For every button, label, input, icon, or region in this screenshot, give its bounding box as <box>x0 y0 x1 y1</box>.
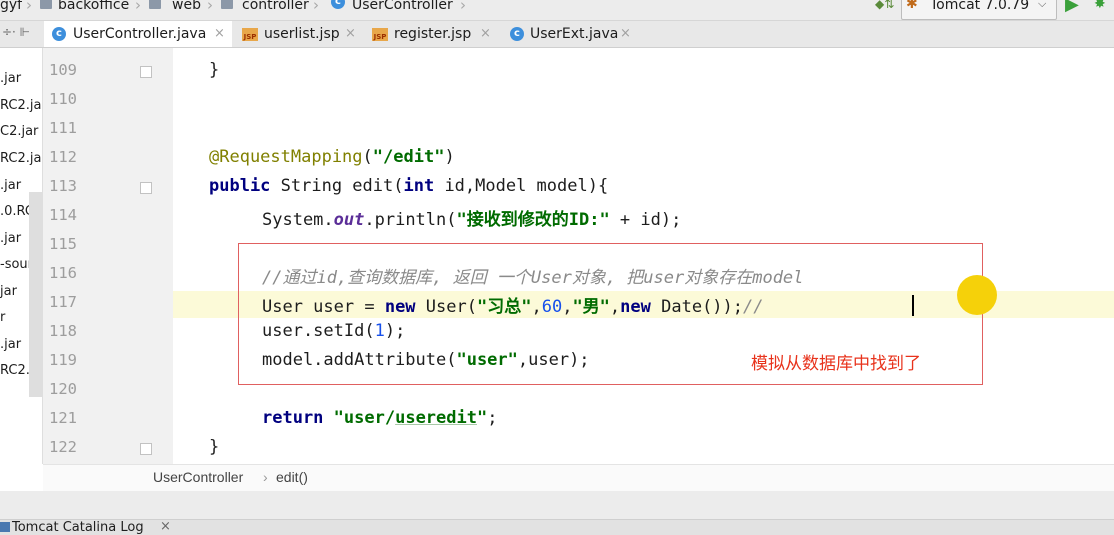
run-configuration-label: Tomcat 7.0.79 <box>930 0 1030 13</box>
mouse-cursor-highlight <box>957 275 997 315</box>
close-icon[interactable]: × <box>160 519 171 534</box>
editor-gutter <box>43 48 173 464</box>
line-number: 112 <box>49 148 77 166</box>
fold-end-icon[interactable] <box>140 443 152 455</box>
breadcrumb-separator-icon: › <box>26 0 32 14</box>
breadcrumb-class[interactable]: UserController <box>153 469 243 485</box>
line-number: 111 <box>49 119 77 137</box>
project-tree-item[interactable]: .jar <box>0 71 21 86</box>
log-icon <box>0 522 10 532</box>
tab-userlist-jsp[interactable]: JSP userlist.jsp × <box>238 21 366 47</box>
debug-icon[interactable]: ✸ <box>1094 0 1106 12</box>
project-tree-item[interactable]: jar <box>0 284 17 299</box>
code-line-113: public String edit(int id,Model model){ <box>209 176 609 196</box>
line-number: 114 <box>49 206 77 224</box>
tab-label: register.jsp <box>394 26 472 42</box>
tab-register-jsp[interactable]: JSP register.jsp × <box>368 21 502 47</box>
code-line-114: System.out.println("接收到修改的ID:" + id); <box>262 210 682 230</box>
breadcrumb-item-backoffice[interactable]: backoffice <box>58 0 129 13</box>
tab-label: userlist.jsp <box>264 26 340 42</box>
tab-tomcat-catalina-log[interactable]: Tomcat Catalina Log <box>12 520 144 535</box>
code-line-109: } <box>209 60 220 80</box>
breadcrumb-separator-icon: › <box>460 0 466 14</box>
run-icon[interactable]: ▶ <box>1065 0 1079 15</box>
build-icon[interactable]: ◆⇅ <box>875 0 894 11</box>
annotation-note: 模拟从数据库中找到了 <box>751 354 921 373</box>
breadcrumb-item-gyf[interactable]: gyf <box>0 0 22 13</box>
line-number: 110 <box>49 90 77 108</box>
class-icon: c <box>52 27 66 41</box>
breadcrumb-item-usercontroller[interactable]: UserController <box>352 0 453 13</box>
tab-userext-java[interactable]: c UserExt.java × <box>505 21 642 47</box>
close-icon[interactable]: × <box>214 21 225 47</box>
project-tree-item[interactable]: RC2.jar <box>0 151 42 166</box>
line-number: 117 <box>49 293 77 311</box>
line-number: 116 <box>49 264 77 282</box>
breadcrumb-separator-icon: › <box>313 0 319 14</box>
project-panel-scrollbar[interactable] <box>29 192 42 397</box>
line-number: 115 <box>49 235 77 253</box>
tomcat-icon: ✱ <box>906 0 918 12</box>
line-number: 121 <box>49 409 77 427</box>
line-number: 120 <box>49 380 77 398</box>
chevron-down-icon: ⌵ <box>1038 0 1047 10</box>
project-tree-item[interactable]: .jar <box>0 231 21 246</box>
jsp-icon: JSP <box>242 27 258 41</box>
close-icon[interactable]: × <box>345 21 356 47</box>
breadcrumb-item-controller[interactable]: controller <box>242 0 309 13</box>
code-line-112: @RequestMapping("/edit") <box>209 147 455 167</box>
project-tree-item[interactable]: r <box>0 310 5 325</box>
line-number: 113 <box>49 177 77 195</box>
project-tree-item[interactable]: .jar <box>0 178 21 193</box>
tab-usercontroller-java[interactable]: c UserController.java × <box>44 21 232 47</box>
breadcrumb-item-web[interactable]: web <box>172 0 201 13</box>
line-number: 109 <box>49 61 77 79</box>
code-line-122: } <box>209 437 220 457</box>
breadcrumb-separator-icon: › <box>135 0 141 14</box>
collapse-all-icon[interactable]: ÷· ⊩ <box>2 25 30 39</box>
line-number: 118 <box>49 322 77 340</box>
class-icon: c <box>510 27 524 41</box>
code-line-121: return "user/useredit"; <box>262 408 498 428</box>
breadcrumb-method[interactable]: edit() <box>276 469 308 485</box>
folder-icon <box>40 0 52 9</box>
text-caret <box>912 295 914 316</box>
close-icon[interactable]: × <box>480 21 491 47</box>
panel-splitter[interactable] <box>0 491 1114 519</box>
project-tree-item[interactable]: RC2.jar <box>0 98 42 113</box>
jsp-icon: JSP <box>372 27 388 41</box>
breadcrumb-separator-icon: › <box>263 469 268 485</box>
project-tree-item[interactable]: .jar <box>0 337 21 352</box>
folder-icon <box>221 0 233 9</box>
fold-start-icon[interactable] <box>140 182 152 194</box>
fold-end-icon[interactable] <box>140 66 152 78</box>
close-icon[interactable]: × <box>620 21 631 47</box>
line-number: 122 <box>49 438 77 456</box>
project-tree-item[interactable]: C2.jar <box>0 124 38 139</box>
folder-icon <box>149 0 161 9</box>
line-number: 119 <box>49 351 77 369</box>
tab-label: UserController.java <box>73 26 207 42</box>
breadcrumb-separator-icon: › <box>207 0 213 14</box>
tab-label: UserExt.java <box>530 26 619 42</box>
